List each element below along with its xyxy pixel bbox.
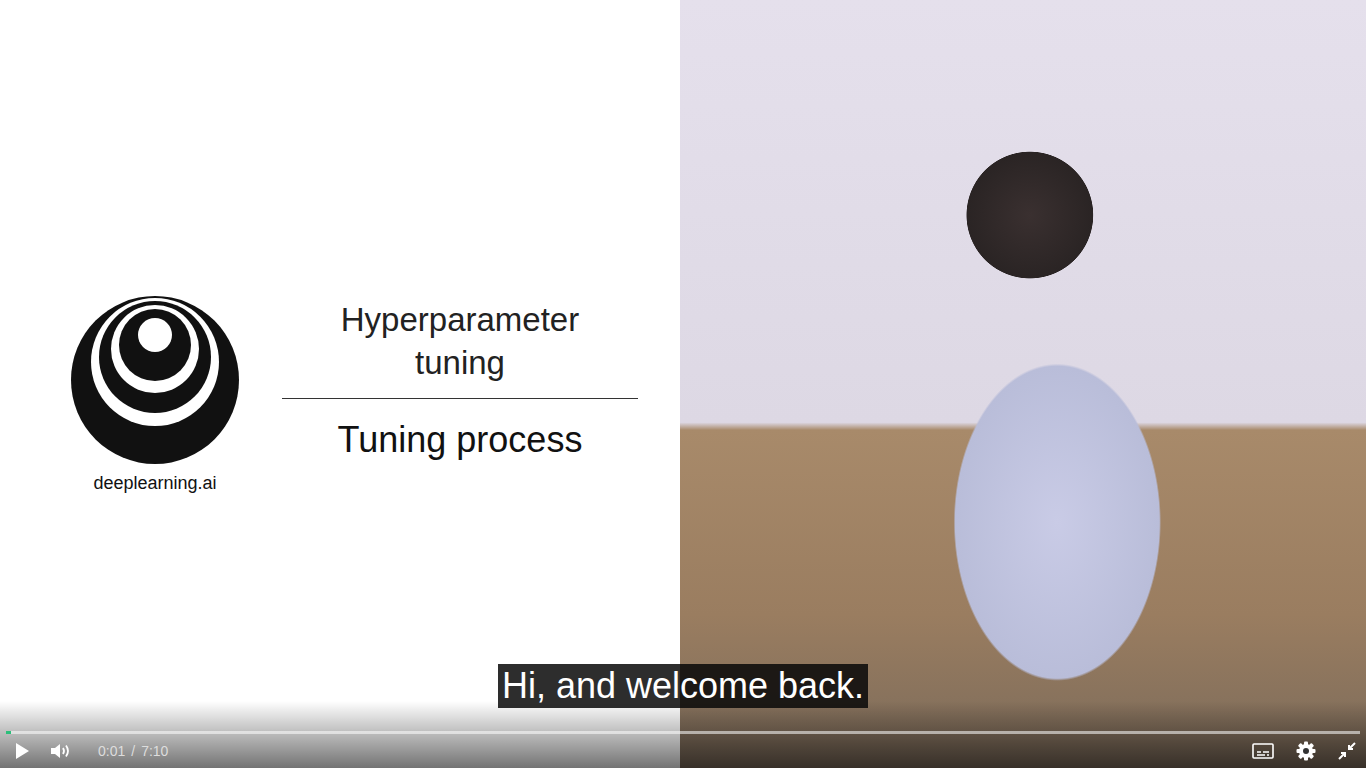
gear-icon [1296, 741, 1316, 761]
time-separator: / [131, 743, 135, 759]
slide-titles: Hyperparameter tuning Tuning process [282, 288, 638, 461]
presenter-video [680, 0, 1366, 768]
progress-bar[interactable] [6, 731, 1360, 734]
volume-button[interactable] [46, 740, 76, 762]
video-player[interactable]: deeplearning.ai Hyperparameter tuning Tuni… [0, 0, 1366, 768]
fullscreen-button[interactable] [1334, 740, 1360, 762]
play-button[interactable] [10, 740, 34, 762]
divider [282, 398, 638, 399]
deeplearning-logo-icon [70, 295, 240, 465]
video-frame: deeplearning.ai Hyperparameter tuning Tuni… [0, 0, 1366, 768]
duration: 7:10 [141, 743, 168, 759]
slide-title: Hyperparameter tuning [320, 298, 600, 384]
caption-area: Hi, and welcome back. [0, 664, 1366, 708]
time-display: 0:01 / 7:10 [98, 743, 168, 759]
slide: deeplearning.ai Hyperparameter tuning Tuni… [0, 0, 680, 768]
control-row: 0:01 / 7:10 [0, 734, 1366, 768]
progress-fill [6, 731, 11, 734]
caption: Hi, and welcome back. [498, 664, 868, 708]
logo: deeplearning.ai [70, 255, 240, 494]
captions-button[interactable] [1248, 741, 1278, 761]
logo-text: deeplearning.ai [93, 473, 216, 494]
exit-fullscreen-icon [1338, 742, 1356, 760]
settings-button[interactable] [1292, 739, 1320, 763]
play-icon [14, 742, 30, 760]
slide-subtitle: Tuning process [338, 419, 583, 461]
volume-icon [50, 742, 72, 760]
control-bar: 0:01 / 7:10 [0, 701, 1366, 768]
current-time: 0:01 [98, 743, 125, 759]
captions-icon [1252, 743, 1274, 759]
